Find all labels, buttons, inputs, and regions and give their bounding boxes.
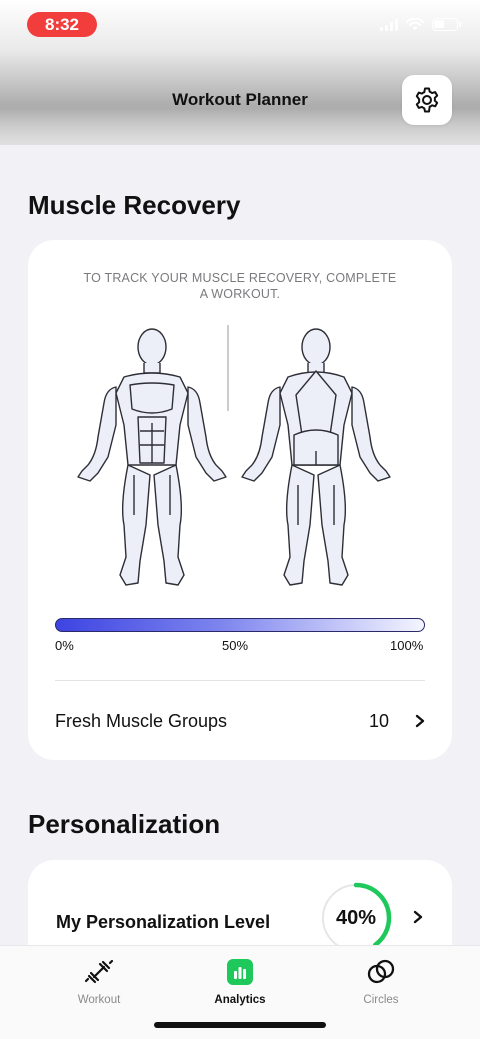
wifi-icon — [406, 18, 424, 31]
circles-icon — [367, 959, 395, 984]
front-body-figure — [77, 328, 227, 586]
chevron-right-icon — [413, 910, 423, 924]
fresh-muscle-groups-count: 10 — [368, 710, 389, 731]
status-icons — [380, 18, 461, 31]
back-body-figure — [241, 328, 391, 586]
personalization-level-text: 40% — [335, 906, 377, 929]
recovery-gradient-bar — [55, 618, 425, 632]
signal-icon — [380, 18, 398, 31]
recovery-hint: TO TRACK YOUR MUSCLE RECOVERY, COMPLETE … — [83, 271, 397, 301]
personalization-label: My Personalization Level — [56, 912, 271, 932]
recovery-section-title: Muscle Recovery — [28, 190, 241, 220]
scale-max-label: 100% — [390, 638, 424, 653]
battery-icon — [432, 18, 461, 31]
gear-icon — [415, 87, 439, 113]
tab-workout-label: Workout — [77, 994, 121, 1006]
scale-mid-label: 50% — [222, 638, 249, 653]
tab-circles[interactable]: Circles — [321, 956, 441, 1006]
status-bar: 8:32 — [0, 0, 480, 48]
body-map[interactable] — [68, 325, 412, 595]
chevron-right-icon — [415, 714, 425, 728]
fresh-muscle-groups-row[interactable]: Fresh Muscle Groups 10 — [55, 706, 425, 736]
divider — [55, 680, 425, 681]
tab-circles-label: Circles — [363, 994, 399, 1006]
dumbbell-icon — [84, 959, 114, 984]
home-indicator — [154, 1022, 326, 1028]
settings-button[interactable] — [402, 75, 452, 125]
analytics-icon — [227, 959, 253, 985]
scale-min-label: 0% — [55, 638, 74, 653]
fresh-muscle-groups-label: Fresh Muscle Groups — [55, 710, 228, 731]
recovery-card: TO TRACK YOUR MUSCLE RECOVERY, COMPLETE … — [28, 240, 452, 760]
tab-analytics-label: Analytics — [214, 994, 266, 1006]
tab-analytics[interactable]: Analytics — [180, 956, 300, 1006]
status-time[interactable]: 8:32 — [27, 12, 97, 37]
personalization-section-title: Personalization — [28, 809, 221, 839]
tab-workout[interactable]: Workout — [39, 956, 159, 1006]
